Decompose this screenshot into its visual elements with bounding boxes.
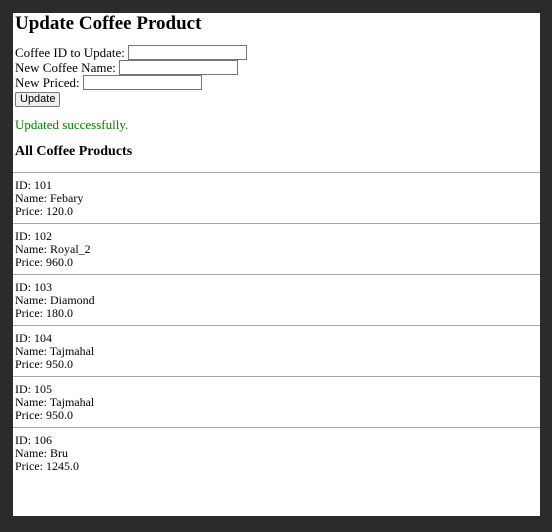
product-price-label: Price:: [15, 306, 43, 320]
product-id-value: 105: [34, 382, 52, 396]
product-name: Name: Febary: [15, 192, 540, 205]
product-price-label: Price:: [15, 408, 43, 422]
product-price: Price: 1245.0: [15, 460, 540, 473]
product-list: ID: 101 Name: Febary Price: 120.0 ID: 102 Na…: [13, 172, 540, 478]
product-price: Price: 120.0: [15, 205, 540, 218]
product-name-label: Name:: [15, 395, 47, 409]
product-id-label: ID:: [15, 178, 31, 192]
product-name: Name: Diamond: [15, 294, 540, 307]
price-row: New Priced:: [15, 75, 247, 90]
product-price-value: 960.0: [46, 255, 73, 269]
product-price-label: Price:: [15, 204, 43, 218]
product-price-value: 180.0: [46, 306, 73, 320]
product-item: ID: 104 Name: Tajmahal Price: 950.0: [13, 325, 540, 376]
product-name: Name: Royal_2: [15, 243, 540, 256]
update-button[interactable]: Update: [15, 92, 61, 107]
product-price-value: 120.0: [46, 204, 73, 218]
product-price: Price: 180.0: [15, 307, 540, 320]
product-price-label: Price:: [15, 255, 43, 269]
product-item: ID: 102 Name: Royal_2 Price: 960.0: [13, 223, 540, 274]
page-content: Update Coffee Product Coffee ID to Updat…: [13, 13, 540, 516]
coffee-id-label: Coffee ID to Update:: [15, 45, 125, 60]
product-id: ID: 101: [15, 179, 540, 192]
coffee-name-input[interactable]: [118, 60, 238, 75]
product-name: Name: Tajmahal: [15, 396, 540, 409]
product-id-label: ID:: [15, 382, 31, 396]
product-name-label: Name:: [15, 191, 47, 205]
product-item: ID: 101 Name: Febary Price: 120.0: [13, 172, 540, 223]
product-id-label: ID:: [15, 280, 31, 294]
product-item: ID: 103 Name: Diamond Price: 180.0: [13, 274, 540, 325]
product-price: Price: 960.0: [15, 256, 540, 269]
product-name-label: Name:: [15, 293, 47, 307]
page-title: Update Coffee Product: [15, 13, 202, 34]
update-form: Coffee ID to Update: New Coffee Name: Ne…: [15, 45, 247, 107]
success-message: Updated successfully.: [15, 117, 129, 132]
product-price-label: Price:: [15, 357, 43, 371]
product-price: Price: 950.0: [15, 358, 540, 371]
product-id-value: 104: [34, 331, 52, 345]
product-id-label: ID:: [15, 229, 31, 243]
product-id: ID: 106: [15, 434, 540, 447]
product-name-value: Tajmahal: [49, 395, 95, 409]
product-id: ID: 102: [15, 230, 540, 243]
product-name-label: Name:: [15, 446, 47, 460]
product-name-value: Febary: [50, 191, 84, 205]
product-name: Name: Tajmahal: [15, 345, 540, 358]
product-price-label: Price:: [15, 459, 43, 473]
coffee-id-row: Coffee ID to Update:: [15, 45, 247, 60]
product-name-value: Royal_2: [50, 242, 91, 256]
product-id-label: ID:: [15, 433, 31, 447]
product-id-value: 101: [34, 178, 52, 192]
product-name-value: Bru: [50, 446, 68, 460]
product-id-value: 106: [34, 433, 52, 447]
coffee-id-input[interactable]: [127, 45, 247, 60]
product-name-label: Name:: [15, 344, 47, 358]
price-label: New Priced:: [15, 75, 80, 90]
product-price-value: 1245.0: [46, 459, 79, 473]
product-item: ID: 106 Name: Bru Price: 1245.0: [13, 427, 540, 478]
product-price-value: 950.0: [46, 357, 73, 371]
price-input[interactable]: [82, 75, 202, 90]
coffee-name-row: New Coffee Name:: [15, 60, 247, 75]
product-name-label: Name:: [15, 242, 47, 256]
product-id-value: 102: [34, 229, 52, 243]
product-name-value: Tajmahal: [49, 344, 95, 358]
product-name: Name: Bru: [15, 447, 540, 460]
product-id-value: 103: [34, 280, 52, 294]
product-id-label: ID:: [15, 331, 31, 345]
product-name-value: Diamond: [50, 293, 95, 307]
product-price-value: 950.0: [46, 408, 73, 422]
products-section-title: All Coffee Products: [15, 144, 133, 159]
product-price: Price: 950.0: [15, 409, 540, 422]
product-item: ID: 105 Name: Tajmahal Price: 950.0: [13, 376, 540, 427]
coffee-name-label: New Coffee Name:: [15, 60, 116, 75]
